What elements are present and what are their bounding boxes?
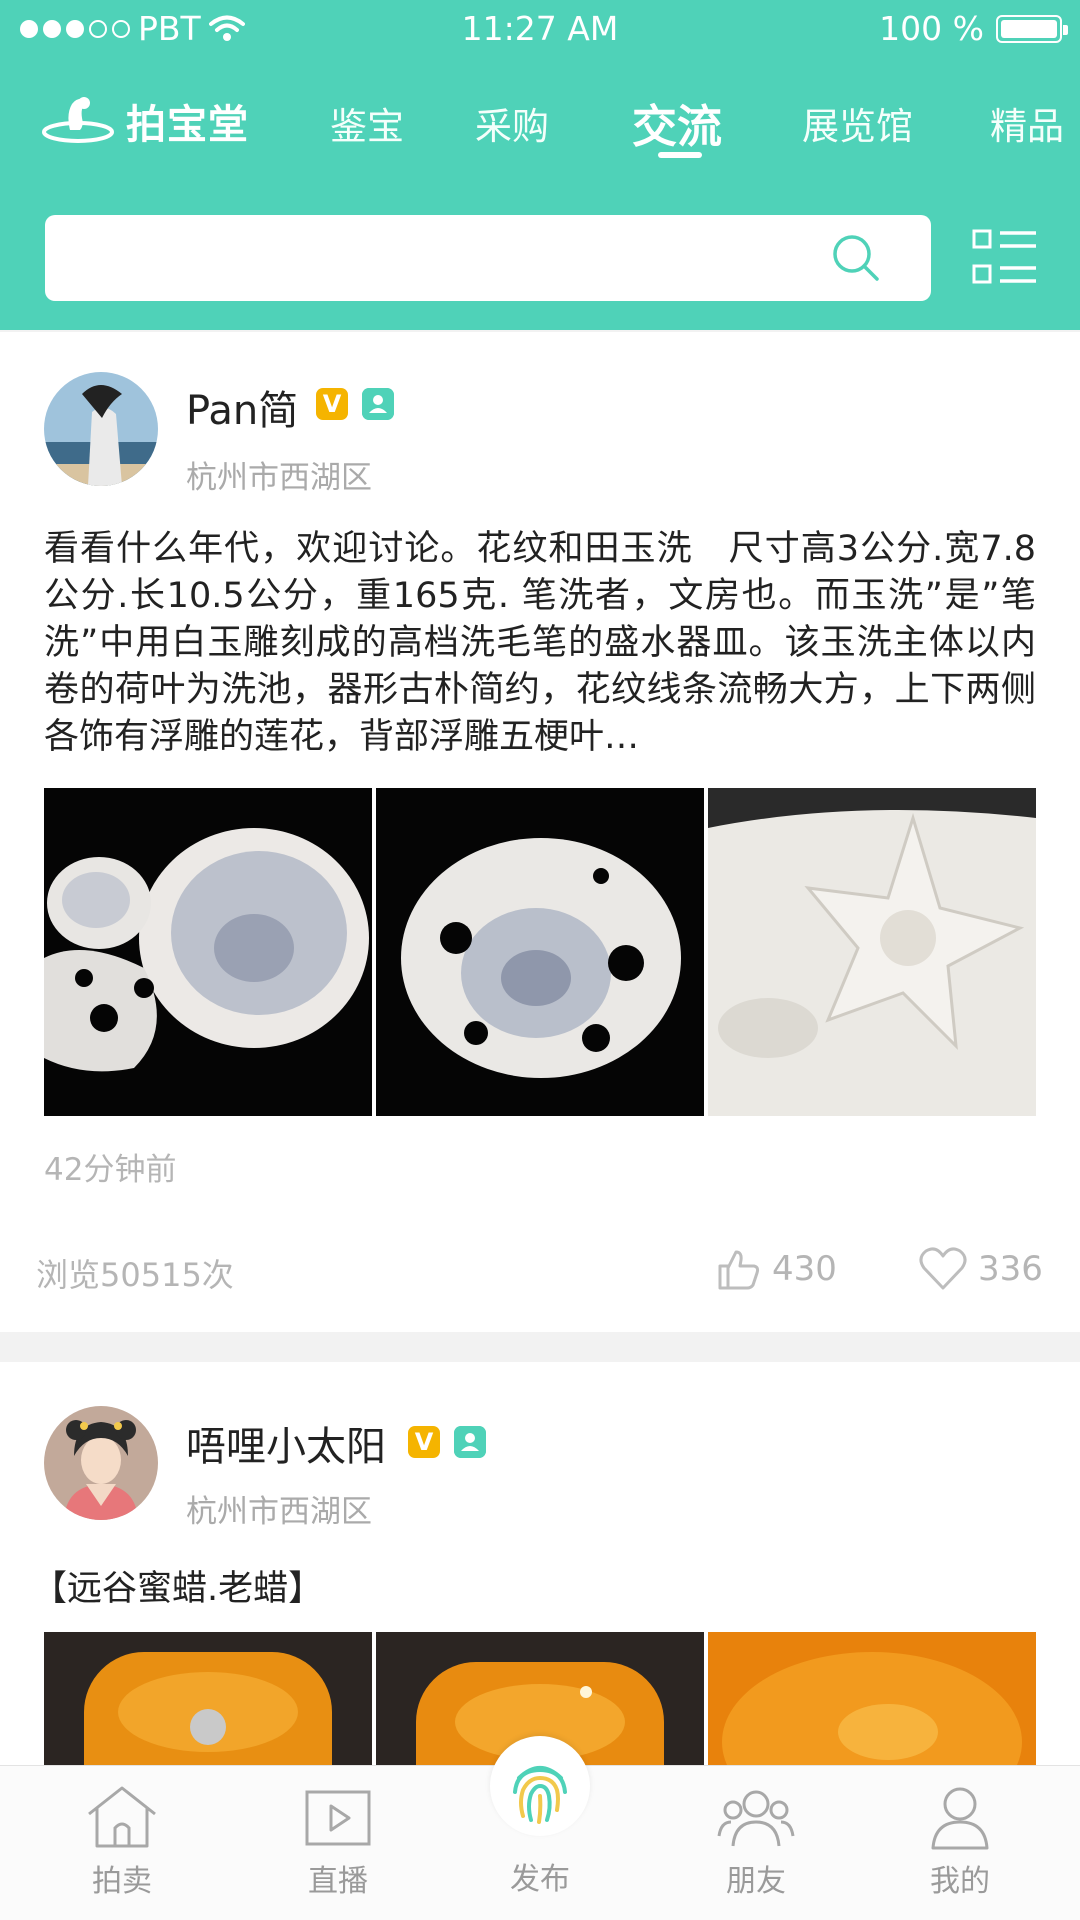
view-count: 浏览50515次 — [36, 1256, 234, 1294]
tabbar-item-auction[interactable]: 拍卖 — [62, 1784, 182, 1900]
tab-caigou[interactable]: 采购 — [475, 96, 549, 150]
search-icon[interactable] — [831, 233, 881, 283]
friends-icon — [717, 1790, 795, 1847]
photo-grid — [44, 788, 1036, 1116]
post-card[interactable]: Pan简 V 杭州市西湖区 看看什么年代，欢迎讨论。花纹和田玉洗 尺寸高3公分.… — [0, 332, 1080, 1332]
tabbar-item-live[interactable]: 直播 — [278, 1784, 398, 1900]
tab-zhanlanguan[interactable]: 展览馆 — [802, 96, 913, 150]
tabbar-label: 直播 — [308, 1864, 368, 1899]
verified-user-icon — [454, 1426, 486, 1458]
user-icon — [931, 1787, 989, 1850]
status-bar: PBT 11:27 AM 100 % — [0, 0, 1080, 58]
post-content[interactable]: 【远谷蜜蜡.老蜡】 — [32, 1566, 1024, 1613]
tabbar-label: 我的 — [930, 1864, 990, 1899]
post-photo[interactable] — [44, 788, 372, 1116]
search-box[interactable] — [45, 215, 931, 301]
favorite-count: 336 — [978, 1249, 1043, 1289]
list-view-icon[interactable] — [972, 228, 1038, 288]
fingerprint-icon — [513, 1766, 567, 1824]
battery-percent: 100 % — [879, 9, 984, 48]
tabbar-item-publish[interactable]: 发布 — [480, 1766, 600, 1898]
battery-icon — [996, 14, 1068, 43]
heart-icon — [919, 1247, 967, 1290]
bottom-tabbar: 拍卖 直播 发布 朋友 我的 — [0, 1736, 1080, 1920]
location: 杭州市西湖区 — [186, 460, 372, 496]
favorite-button[interactable]: 336 — [918, 1246, 1043, 1292]
top-nav: 拍宝堂 鉴宝 采购 交流 展览馆 精品 — [0, 80, 1080, 160]
play-icon — [305, 1790, 371, 1846]
tabbar-item-friends[interactable]: 朋友 — [696, 1784, 816, 1900]
tab-jianbao[interactable]: 鉴宝 — [330, 96, 404, 150]
logo-text: 拍宝堂 — [126, 102, 249, 148]
avatar[interactable] — [44, 372, 158, 486]
location: 杭州市西湖区 — [186, 1494, 372, 1530]
tab-jingpin[interactable]: 精品 — [990, 96, 1064, 150]
vip-badge-icon: V — [316, 388, 348, 420]
like-count: 430 — [772, 1249, 837, 1289]
post-photo[interactable] — [376, 788, 704, 1116]
post-photo[interactable] — [708, 788, 1036, 1116]
search-input[interactable] — [65, 215, 845, 301]
tabbar-label: 拍卖 — [92, 1864, 152, 1899]
active-tab-indicator — [658, 152, 702, 158]
tabbar-label: 朋友 — [726, 1864, 786, 1899]
thumbs-up-icon — [718, 1250, 760, 1290]
logo-icon — [42, 97, 114, 143]
post-content[interactable]: 看看什么年代，欢迎讨论。花纹和田玉洗 尺寸高3公分.宽7.8公分.长10.5公分… — [44, 526, 1036, 761]
house-icon — [88, 1786, 156, 1848]
like-button[interactable]: 430 — [716, 1246, 837, 1292]
verified-user-icon — [362, 388, 394, 420]
username[interactable]: Pan简 — [186, 378, 298, 436]
battery-group: 100 % — [879, 9, 1068, 48]
screen: PBT 11:27 AM 100 % 拍宝堂 鉴宝 采购 交流 展览馆 精品 P… — [0, 0, 1080, 1920]
header: PBT 11:27 AM 100 % 拍宝堂 鉴宝 采购 交流 展览馆 精品 — [0, 0, 1080, 330]
tab-jiaoliu[interactable]: 交流 — [632, 90, 722, 155]
logo[interactable]: 拍宝堂 — [40, 92, 249, 150]
username[interactable]: 唔哩小太阳 — [186, 1414, 386, 1472]
vip-badge-icon: V — [408, 1426, 440, 1458]
tabbar-label: 发布 — [510, 1862, 570, 1897]
tabbar-item-me[interactable]: 我的 — [900, 1784, 1020, 1900]
post-time: 42分钟前 — [44, 1152, 177, 1188]
avatar[interactable] — [44, 1406, 158, 1520]
